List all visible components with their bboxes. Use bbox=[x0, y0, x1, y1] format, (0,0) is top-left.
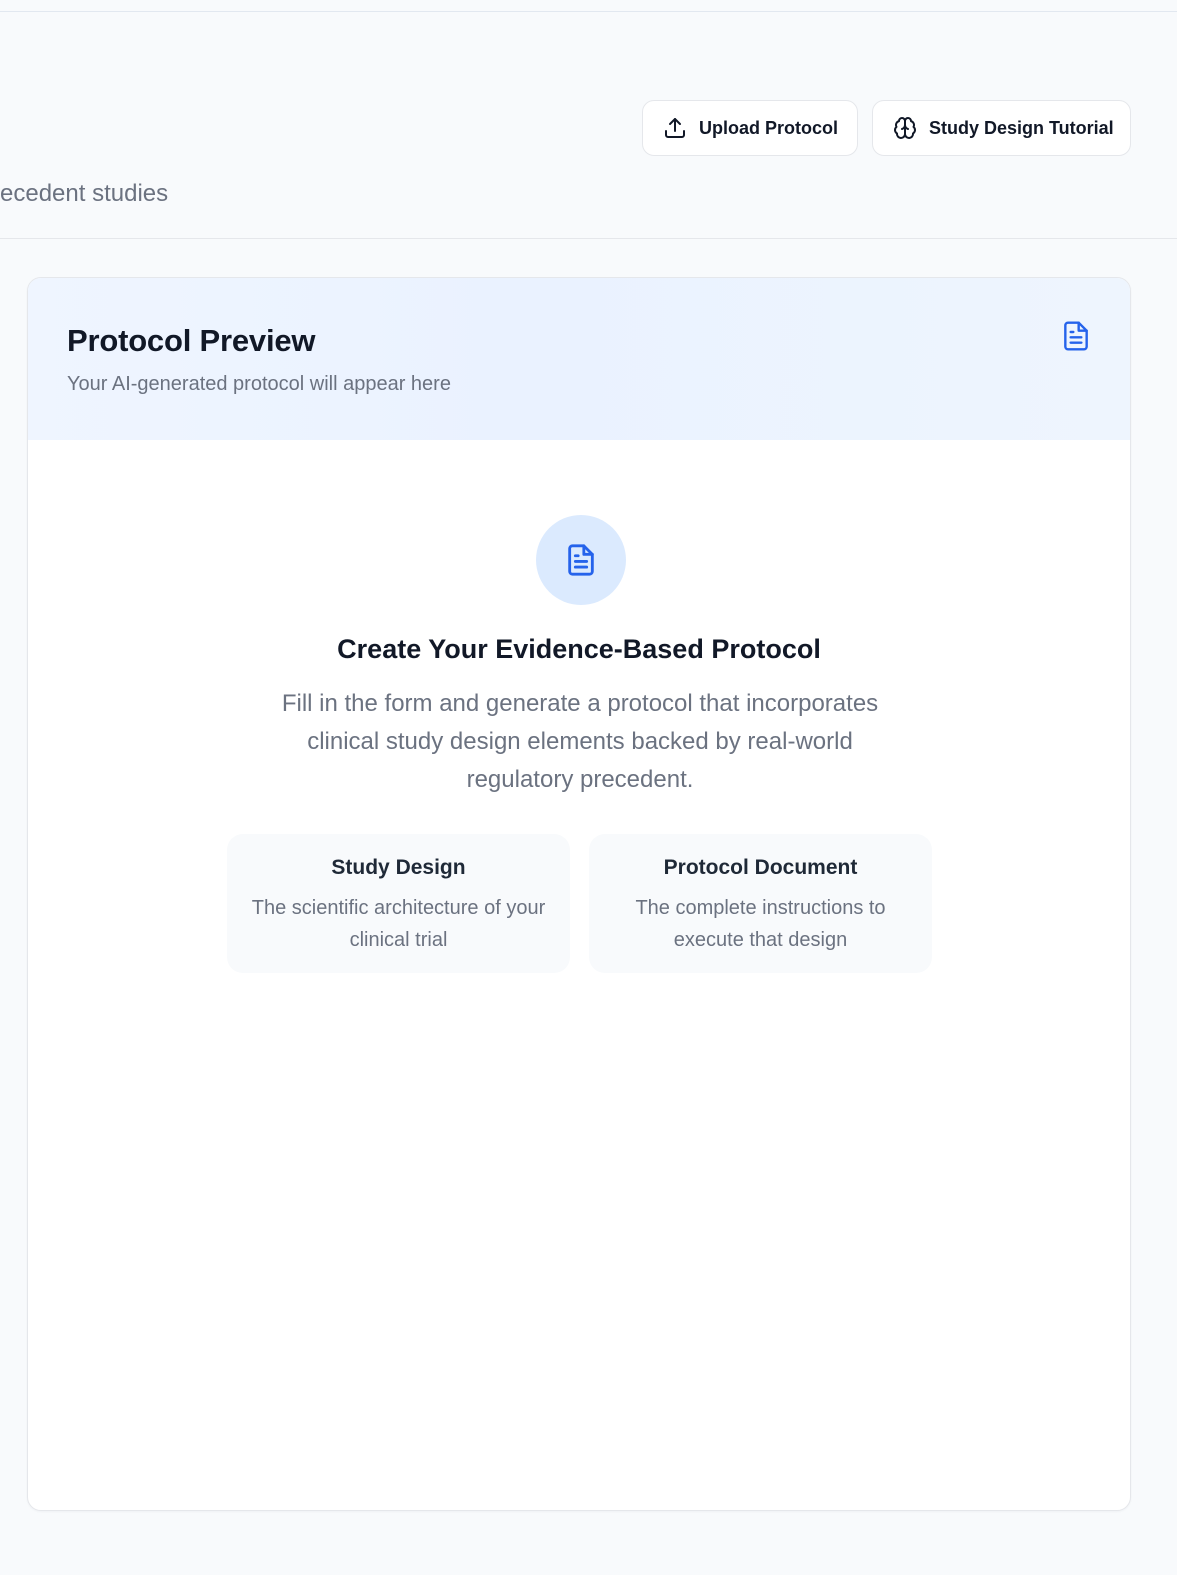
feature-card-protocol-document: Protocol Document The complete instructi… bbox=[589, 834, 932, 973]
protocol-preview-title: Protocol Preview bbox=[67, 323, 316, 358]
protocol-preview-header: Protocol Preview Your AI-generated proto… bbox=[28, 278, 1130, 440]
study-design-tutorial-label: Study Design Tutorial bbox=[929, 117, 1114, 138]
feature-description: The scientific architecture of your clin… bbox=[251, 897, 546, 951]
protocol-preview-subtitle: Your AI-generated protocol will appear h… bbox=[67, 373, 451, 395]
empty-state-title: Create Your Evidence-Based Protocol bbox=[337, 634, 821, 664]
page-subtitle: ecedent studies bbox=[0, 180, 169, 207]
feature-title: Study Design bbox=[331, 856, 466, 879]
brain-icon bbox=[894, 117, 916, 139]
protocol-preview-card: Protocol Preview Your AI-generated proto… bbox=[27, 277, 1131, 1511]
file-text-icon bbox=[568, 544, 594, 576]
empty-state-description: Fill in the form and generate a protocol… bbox=[281, 690, 879, 793]
top-bar-divider bbox=[0, 0, 1177, 12]
feature-description: The complete instructions to execute tha… bbox=[635, 897, 886, 951]
file-text-icon bbox=[1064, 321, 1088, 351]
empty-state-icon-circle bbox=[536, 515, 626, 605]
upload-protocol-button[interactable]: Upload Protocol bbox=[642, 100, 858, 156]
upload-protocol-label: Upload Protocol bbox=[699, 117, 838, 138]
upload-icon bbox=[665, 118, 685, 138]
feature-card-study-design: Study Design The scientific architecture… bbox=[227, 834, 570, 973]
study-design-tutorial-button[interactable]: Study Design Tutorial bbox=[872, 100, 1131, 156]
feature-title: Protocol Document bbox=[663, 856, 858, 879]
page-header: ecedent studies Upload Protocol Study De… bbox=[0, 12, 1177, 239]
